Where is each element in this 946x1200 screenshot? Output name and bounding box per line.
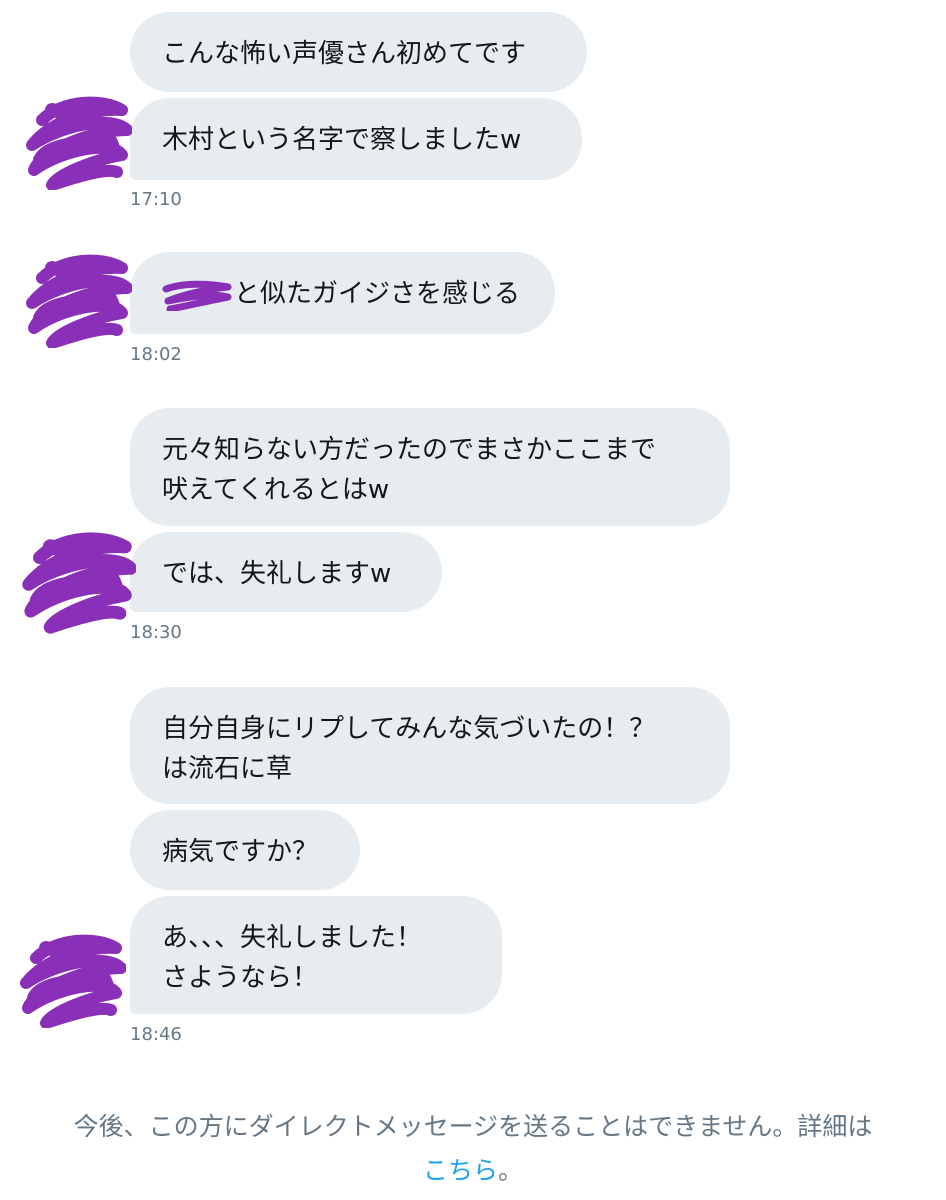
message-text: 自分自身にリプしてみんな気づいたの！？ xyxy=(162,714,656,744)
redacted-name-icon xyxy=(162,279,232,311)
avatar-redacted-icon[interactable] xyxy=(18,520,136,638)
message-bubble[interactable]: では、失礼しますw xyxy=(130,532,442,612)
message-bubble[interactable]: 木村という名字で察しましたw xyxy=(130,98,582,180)
message-text: 吠えてくれるとはw xyxy=(162,475,390,505)
avatar-redacted-icon[interactable] xyxy=(22,90,132,190)
avatar-redacted-icon[interactable] xyxy=(16,928,126,1028)
message-text: 木村という名字で察しましたw xyxy=(162,125,522,155)
message-text: 病気ですか？ xyxy=(162,837,319,867)
details-link[interactable]: こちら xyxy=(423,1156,498,1185)
message-text: こんな怖い声優さん初めてです xyxy=(162,39,527,69)
message-bubble[interactable]: と似たガイジさを感じる xyxy=(130,252,555,334)
message-text: では、失礼しますw xyxy=(162,559,392,589)
message-bubble[interactable]: こんな怖い声優さん初めてです xyxy=(130,12,587,92)
avatar-redacted-icon[interactable] xyxy=(22,248,132,348)
message-bubble[interactable]: 自分自身にリプしてみんな気づいたの！？ は流石に草 xyxy=(130,687,730,804)
message-text: と似たガイジさを感じる xyxy=(234,279,521,309)
message-timestamp: 17:10 xyxy=(130,189,182,210)
message-text: あ、、、失礼しました！ xyxy=(162,923,423,953)
notice-text-end: 。 xyxy=(498,1156,524,1185)
message-bubble[interactable]: あ、、、失礼しました！ さようなら！ xyxy=(130,896,502,1014)
message-text-row: と似たガイジさを感じる xyxy=(162,274,523,314)
notice-link-row: こちら。 xyxy=(0,1149,946,1193)
message-bubble[interactable]: 病気ですか？ xyxy=(130,810,360,890)
message-timestamp: 18:46 xyxy=(130,1024,182,1045)
message-text: は流石に草 xyxy=(162,754,293,784)
dm-disabled-notice: 今後、この方にダイレクトメッセージを送ることはできません。詳細は こちら。 xyxy=(0,1105,946,1193)
message-timestamp: 18:30 xyxy=(130,622,182,643)
notice-text: 今後、この方にダイレクトメッセージを送ることはできません。詳細は xyxy=(73,1112,873,1141)
message-text: さようなら！ xyxy=(162,963,319,993)
message-text: 元々知らない方だったのでまさかここまで xyxy=(162,435,657,465)
message-bubble[interactable]: 元々知らない方だったのでまさかここまで 吠えてくれるとはw xyxy=(130,408,730,526)
message-timestamp: 18:02 xyxy=(130,344,182,365)
